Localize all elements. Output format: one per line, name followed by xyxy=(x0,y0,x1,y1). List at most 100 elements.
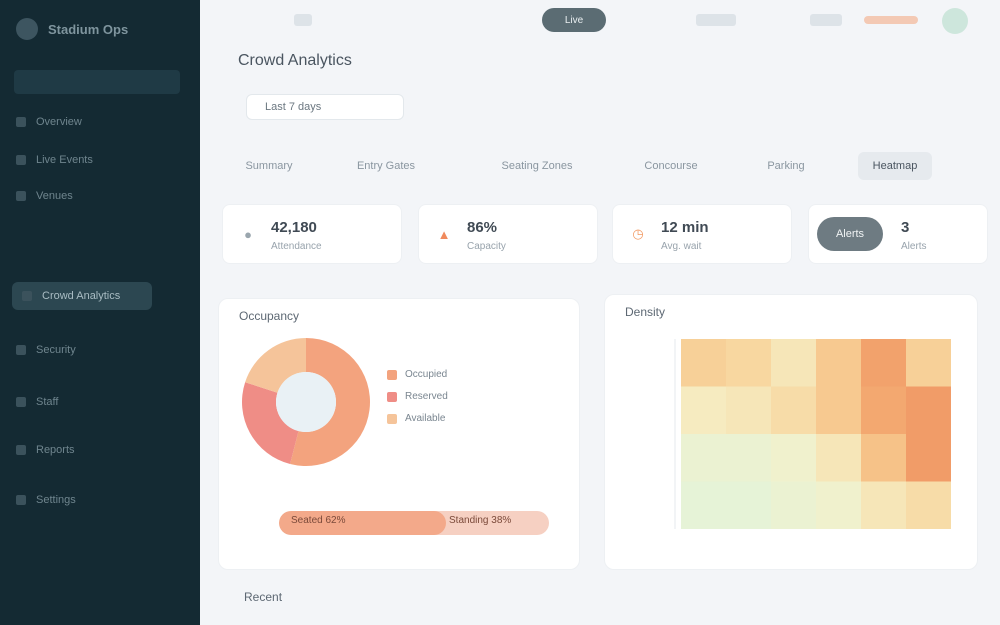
heatmap-cell[interactable] xyxy=(816,434,861,482)
tab[interactable]: Entry Gates xyxy=(326,152,446,180)
notifications-icon[interactable] xyxy=(810,14,842,26)
kpi-row: ● 42,180 Attendance ▲ 86% Capacity ◷ 12 min Avg.… xyxy=(222,204,988,266)
heatmap-cell[interactable] xyxy=(681,386,726,435)
occupancy-card-title: Occupancy xyxy=(239,309,300,323)
brand[interactable]: Stadium Ops xyxy=(16,18,128,40)
sidebar-item[interactable]: Venues xyxy=(16,186,176,206)
live-toggle-button[interactable]: Live xyxy=(542,8,606,32)
standing-label: Standing 38% xyxy=(449,515,512,526)
menu-icon[interactable] xyxy=(294,14,312,26)
recent-section-title: Recent xyxy=(244,590,283,604)
calendar-icon xyxy=(16,155,26,165)
kpi-label: Attendance xyxy=(271,241,322,252)
tab[interactable]: Summary xyxy=(240,152,298,180)
legend-label: Reserved xyxy=(405,391,448,402)
tab[interactable]: Parking xyxy=(748,152,824,180)
alerts-pill[interactable]: Alerts xyxy=(817,217,883,251)
heatmap-cell[interactable] xyxy=(726,434,771,482)
main-content: Live Crowd Analytics Last 7 days Summary… xyxy=(200,0,1000,625)
seating-split-bar: Seated 62% Standing 38% xyxy=(279,511,549,535)
occupancy-donut-chart xyxy=(242,338,370,466)
kpi-label: Capacity xyxy=(467,241,506,252)
tab-bar: Summary Entry Gates Seating Zones Concourse… xyxy=(230,152,950,182)
page-title: Crowd Analytics xyxy=(238,52,352,69)
heatmap-cell[interactable] xyxy=(816,339,861,387)
warning-icon: ▲ xyxy=(437,226,451,242)
heatmap-cell[interactable] xyxy=(771,386,816,435)
user-avatar-icon[interactable] xyxy=(942,8,968,34)
tab[interactable]: Heatmap xyxy=(858,152,932,180)
kpi-card[interactable]: ● 42,180 Attendance xyxy=(222,204,402,264)
legend-item: Occupied xyxy=(387,369,447,380)
heatmap-cell[interactable] xyxy=(816,481,861,530)
kpi-label: Avg. wait xyxy=(661,241,702,252)
heatmap-cell[interactable] xyxy=(906,481,951,530)
heatmap-cell[interactable] xyxy=(726,481,771,530)
kpi-card[interactable]: Alerts 3 Alerts xyxy=(808,204,988,264)
heatmap-cell[interactable] xyxy=(681,339,726,387)
sidebar-search-input[interactable] xyxy=(14,70,180,94)
kpi-value: 3 xyxy=(901,219,910,236)
topbar: Live xyxy=(200,0,1000,44)
sidebar-item[interactable]: Reports xyxy=(16,440,176,460)
legend-swatch xyxy=(387,369,397,380)
logo-icon xyxy=(16,18,38,40)
map-icon xyxy=(16,191,26,201)
sidebar-item[interactable]: Overview xyxy=(16,112,176,132)
sidebar-item-label: Venues xyxy=(36,190,73,202)
kpi-card[interactable]: ▲ 86% Capacity xyxy=(418,204,598,264)
heatmap-cell[interactable] xyxy=(861,386,906,435)
density-card: Density xyxy=(604,294,978,570)
sidebar-item-label: Security xyxy=(36,344,76,356)
heatmap-cell[interactable] xyxy=(771,434,816,482)
heatmap-cell[interactable] xyxy=(861,434,906,482)
heatmap-cell[interactable] xyxy=(681,481,726,530)
gear-icon xyxy=(16,495,26,505)
seated-label: Seated 62% xyxy=(291,515,346,526)
heatmap-cell[interactable] xyxy=(816,386,861,435)
sidebar-item-label: Live Events xyxy=(36,154,93,166)
sidebar-item-label: Staff xyxy=(36,396,59,408)
sidebar-item[interactable]: Settings xyxy=(16,490,176,510)
density-card-title: Density xyxy=(625,305,666,319)
occupancy-card: Occupancy Occupied Reserved Available Seat… xyxy=(218,298,580,570)
heatmap-cell[interactable] xyxy=(681,434,726,482)
legend-item: Available xyxy=(387,413,445,424)
legend-swatch xyxy=(387,391,397,402)
heatmap-cell[interactable] xyxy=(726,386,771,435)
sidebar-item[interactable]: Staff xyxy=(16,392,176,412)
heatmap-cell[interactable] xyxy=(771,481,816,530)
heatmap-cell[interactable] xyxy=(861,339,906,387)
tab[interactable]: Seating Zones xyxy=(478,152,596,180)
legend-swatch xyxy=(387,413,397,424)
date-range-select[interactable]: Last 7 days xyxy=(246,94,404,120)
legend-item: Reserved xyxy=(387,391,448,402)
heatmap-cell[interactable] xyxy=(906,339,951,387)
sidebar-item-label: Crowd Analytics xyxy=(42,290,121,302)
chart-icon xyxy=(22,291,32,301)
kpi-card[interactable]: ◷ 12 min Avg. wait xyxy=(612,204,792,264)
kpi-label: Alerts xyxy=(901,241,927,252)
home-icon xyxy=(16,117,26,127)
heatmap-cell[interactable] xyxy=(771,339,816,387)
legend-label: Occupied xyxy=(405,369,448,380)
sidebar: Stadium Ops Overview Live Events Venues Cro… xyxy=(0,0,200,625)
heatmap-cell[interactable] xyxy=(906,386,951,435)
sidebar-item[interactable]: Security xyxy=(16,340,176,360)
heatmap-cell[interactable] xyxy=(726,339,771,387)
sidebar-item-label: Reports xyxy=(36,444,75,456)
legend-label: Available xyxy=(405,413,446,424)
tab[interactable]: Concourse xyxy=(626,152,716,180)
sidebar-item-label: Overview xyxy=(36,116,82,128)
toolbar-link[interactable] xyxy=(696,14,736,26)
brand-name: Stadium Ops xyxy=(48,21,129,37)
clock-icon: ◷ xyxy=(632,226,644,241)
file-icon xyxy=(16,445,26,455)
kpi-value: 42,180 xyxy=(271,219,317,236)
sidebar-item[interactable]: Crowd Analytics xyxy=(12,282,152,310)
sidebar-item-label: Settings xyxy=(36,494,76,506)
heatmap-cell[interactable] xyxy=(861,481,906,530)
heatmap-cell[interactable] xyxy=(906,434,951,482)
sidebar-item[interactable]: Live Events xyxy=(16,150,176,170)
density-heatmap xyxy=(674,339,951,530)
